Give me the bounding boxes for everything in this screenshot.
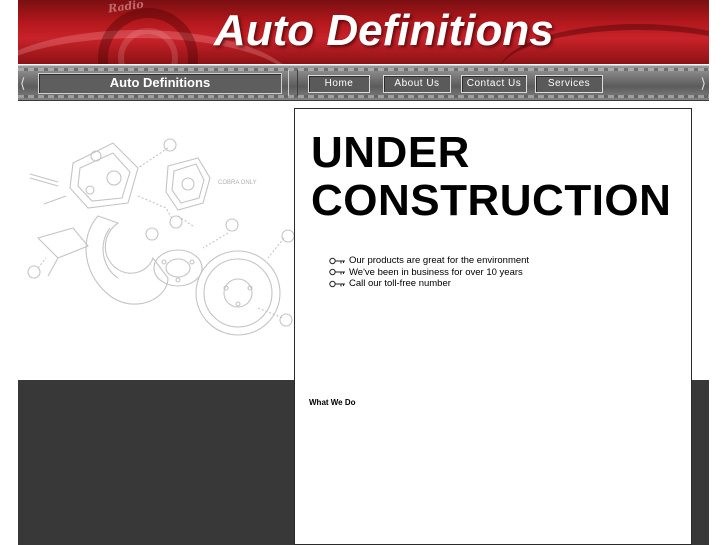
chevron-decoration-icon: ⟨ [20, 75, 26, 91]
nav-services-button[interactable]: Services [535, 75, 603, 93]
nav-divider [288, 70, 298, 96]
page-title-line: CONSTRUCTION [311, 176, 672, 225]
diagram-label: COBRA ONLY [218, 180, 257, 186]
list-item-text: Our products are great for the environme… [349, 255, 530, 267]
feature-list: Our products are great for the environme… [329, 255, 529, 290]
header-banner: Radio Auto Definitions [18, 0, 709, 64]
banner-title: Auto Definitions [214, 6, 554, 55]
key-bullet-icon [329, 280, 345, 287]
brake-assembly-illustration: COBRA ONLY [27, 138, 295, 336]
page-title: UNDER CONSTRUCTION [311, 129, 681, 225]
list-item-text: Call our toll-free number [349, 278, 451, 290]
section-heading: What We Do [309, 398, 356, 407]
list-item-text: We've been in business for over 10 years [349, 266, 523, 278]
list-item: Call our toll-free number [329, 278, 529, 290]
chevron-decoration-icon: ⟩ [700, 75, 706, 91]
nav-about-button[interactable]: About Us [383, 75, 451, 93]
top-navbar: ⟨ Auto Definitions Home About Us Contact… [18, 65, 709, 101]
nav-contact-button[interactable]: Contact Us [461, 75, 527, 93]
page-title-line: UNDER [311, 128, 470, 177]
list-item: We've been in business for over 10 years [329, 267, 529, 279]
key-bullet-icon [329, 257, 345, 264]
main-content: UNDER CONSTRUCTION Our products are grea… [294, 108, 692, 545]
nav-home-button[interactable]: Home [308, 75, 370, 93]
list-item: Our products are great for the environme… [329, 255, 529, 267]
site-label: Auto Definitions [38, 73, 282, 94]
key-bullet-icon [329, 269, 345, 276]
